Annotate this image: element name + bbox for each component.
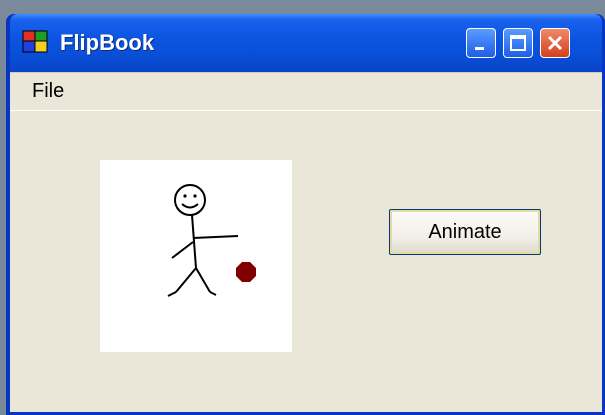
maximize-button[interactable]	[503, 28, 533, 58]
client-area: File Animate	[10, 72, 602, 412]
flipbook-canvas	[100, 160, 292, 352]
stick-figure-arm-left	[171, 241, 194, 259]
window-title: FlipBook	[60, 30, 155, 55]
stick-figure-mouth	[181, 203, 199, 209]
close-button[interactable]	[540, 28, 570, 58]
title-bar[interactable]: FlipBook	[10, 14, 602, 72]
stick-figure-foot-right	[209, 291, 217, 296]
stick-figure-foot-left	[167, 291, 177, 297]
flipbook-window: FlipBook File Animate	[6, 14, 605, 415]
stick-figure-eye-left	[183, 194, 187, 198]
animate-button[interactable]: Animate	[389, 209, 541, 255]
close-icon	[547, 35, 563, 51]
stick-figure-eye-right	[193, 194, 197, 198]
ball	[236, 262, 256, 282]
app-icon	[22, 30, 48, 53]
minimize-icon	[475, 47, 484, 50]
menu-item-file[interactable]: File	[32, 80, 64, 103]
stick-figure-arm-right	[192, 235, 239, 239]
minimize-button[interactable]	[466, 28, 496, 58]
stick-figure-leg-left	[175, 267, 197, 293]
maximize-icon	[510, 35, 526, 51]
stick-figure	[167, 184, 239, 297]
stick-figure-drawing	[167, 184, 256, 297]
stick-figure-leg-right	[195, 267, 211, 293]
menu-bar: File	[10, 72, 602, 111]
stick-figure-head	[174, 184, 206, 216]
